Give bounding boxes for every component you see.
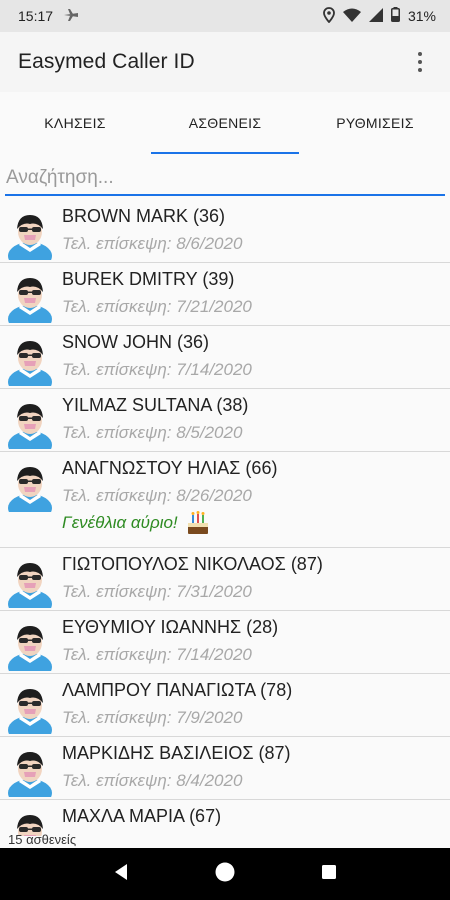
last-visit: Τελ. επίσκεψη: 8/6/2020 <box>62 234 243 253</box>
patient-name: ΑΝΑΓΝΩΣΤΟΥ ΗΛΙΑΣ (66) <box>62 458 278 478</box>
birthday-cake-icon <box>187 511 208 534</box>
patient-count: 15 ασθενείς <box>8 832 77 847</box>
patient-avatar-icon <box>8 278 52 323</box>
patient-name: SNOW JOHN (36) <box>62 332 210 352</box>
status-bar: 15:17 31% <box>0 0 450 32</box>
patient-avatar-icon <box>8 689 52 734</box>
nav-back-icon[interactable] <box>113 863 129 886</box>
tab-calls[interactable]: ΚΛΗΣΕΙΣ <box>0 92 150 154</box>
patient-name: ΕΥΘΥΜΙΟΥ ΙΩΑΝΝΗΣ (28) <box>62 617 279 637</box>
patient-avatar-icon <box>8 215 52 260</box>
patient-name: BUREK DMITRY (39) <box>62 269 235 289</box>
tab-settings[interactable]: ΡΥΘΜΙΣΕΙΣ <box>300 92 450 154</box>
more-vert-icon[interactable] <box>408 47 432 77</box>
birthday-notice: Γενέθλια αύριο! <box>62 510 210 536</box>
tab-patients[interactable]: ΑΣΘΕΝΕΙΣ <box>150 92 300 154</box>
patient-row[interactable]: ΛΑΜΠΡΟΥ ΠΑΝΑΓΙΩΤΑ (78) Τελ. επίσκεψη: 7/9… <box>0 674 450 737</box>
patient-name: ΜΑΧΛΑ ΜΑΡΙΑ (67) <box>62 806 222 826</box>
patient-name: BROWN MARK (36) <box>62 206 226 226</box>
patient-row[interactable]: SNOW JOHN (36) Τελ. επίσκεψη: 7/14/2020 <box>0 326 450 389</box>
patient-row[interactable]: ΓΙΩΤΟΠΟΥΛΟΣ ΝΙΚΟΛΑΟΣ (87) Τελ. επίσκεψη: … <box>0 548 450 611</box>
patient-name: YILMAZ SULTANA (38) <box>62 395 249 415</box>
last-visit: Τελ. επίσκεψη: 7/14/2020 <box>62 645 252 664</box>
last-visit: Τελ. επίσκεψη: 7/9/2020 <box>62 708 243 727</box>
patient-row[interactable]: BROWN MARK (36) Τελ. επίσκεψη: 8/6/2020 <box>0 200 450 263</box>
patient-row[interactable]: ΕΥΘΥΜΙΟΥ ΙΩΑΝΝΗΣ (28) Τελ. επίσκεψη: 7/14… <box>0 611 450 674</box>
patient-row[interactable]: ΑΝΑΓΝΩΣΤΟΥ ΗΛΙΑΣ (66) Τελ. επίσκεψη: 8/26… <box>0 452 450 548</box>
search-box <box>5 162 445 196</box>
last-visit: Τελ. επίσκεψη: 8/5/2020 <box>62 423 243 442</box>
patient-name: ΓΙΩΤΟΠΟΥΛΟΣ ΝΙΚΟΛΑΟΣ (87) <box>62 554 323 574</box>
patient-avatar-icon <box>8 563 52 608</box>
airplane-icon <box>63 8 79 25</box>
app-bar: Easymed Caller ID <box>0 32 450 92</box>
location-icon <box>323 6 335 26</box>
system-nav-bar <box>0 848 450 900</box>
app-title: Easymed Caller ID <box>18 50 195 73</box>
patient-row[interactable]: ΜΑΧΛΑ ΜΑΡΙΑ (67) <box>0 800 450 836</box>
tab-bar: ΚΛΗΣΕΙΣ ΑΣΘΕΝΕΙΣ ΡΥΘΜΙΣΕΙΣ <box>0 92 450 154</box>
battery-percent: 31% <box>407 8 436 24</box>
signal-icon <box>368 7 383 25</box>
patient-avatar-icon <box>8 341 52 386</box>
patient-list[interactable]: BROWN MARK (36) Τελ. επίσκεψη: 8/6/2020 B… <box>0 200 450 836</box>
patient-avatar-icon <box>8 752 52 797</box>
patient-name: ΜΑΡΚΙΔΗΣ ΒΑΣΙΛΕΙΟΣ (87) <box>62 743 291 763</box>
nav-home-icon[interactable] <box>214 861 236 888</box>
patient-avatar-icon <box>8 626 52 671</box>
patient-row[interactable]: ΜΑΡΚΙΔΗΣ ΒΑΣΙΛΕΙΟΣ (87) Τελ. επίσκεψη: 8/… <box>0 737 450 800</box>
birthday-text: Γενέθλια αύριο! <box>62 513 178 532</box>
patient-avatar-icon <box>8 404 52 449</box>
last-visit: Τελ. επίσκεψη: 7/31/2020 <box>62 582 252 601</box>
last-visit: Τελ. επίσκεψη: 7/21/2020 <box>62 297 252 316</box>
patient-row[interactable]: YILMAZ SULTANA (38) Τελ. επίσκεψη: 8/5/20… <box>0 389 450 452</box>
status-time: 15:17 <box>18 8 54 24</box>
last-visit: Τελ. επίσκεψη: 8/26/2020 <box>62 486 252 505</box>
patient-row[interactable]: BUREK DMITRY (39) Τελ. επίσκεψη: 7/21/202… <box>0 263 450 326</box>
nav-recents-icon[interactable] <box>321 864 337 885</box>
last-visit: Τελ. επίσκεψη: 8/4/2020 <box>62 771 243 790</box>
patient-name: ΛΑΜΠΡΟΥ ΠΑΝΑΓΙΩΤΑ (78) <box>62 680 293 700</box>
wifi-icon <box>342 8 361 25</box>
battery-icon <box>390 7 400 25</box>
last-visit: Τελ. επίσκεψη: 7/14/2020 <box>62 360 252 379</box>
patient-avatar-icon <box>8 467 52 512</box>
search-input[interactable] <box>5 167 445 189</box>
